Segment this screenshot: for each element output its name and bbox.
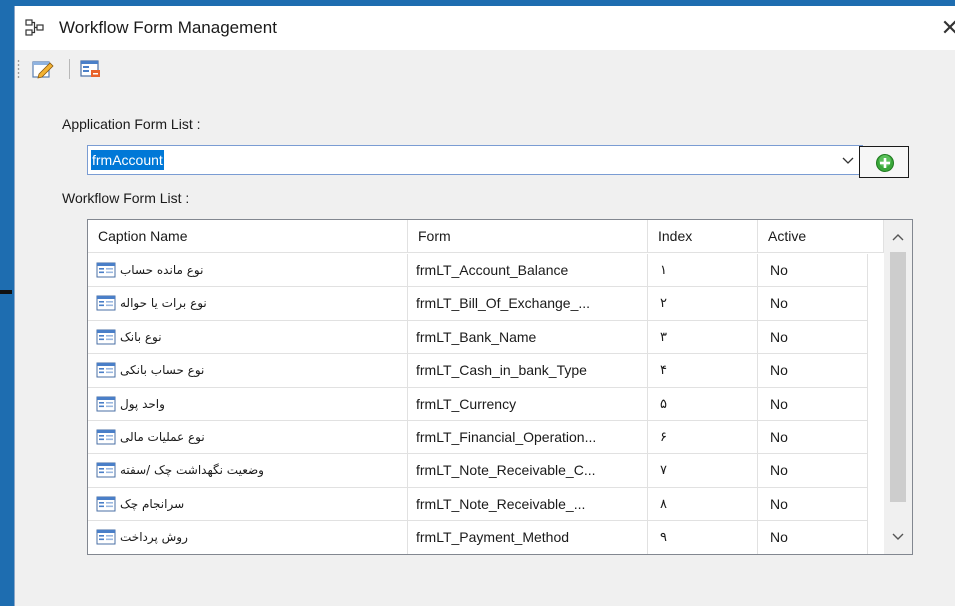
form-cell[interactable]: frmLT_Note_Receivable_... — [408, 487, 648, 522]
form-icon — [96, 329, 116, 345]
form-icon — [96, 262, 116, 278]
window-title: Workflow Form Management — [59, 18, 277, 37]
toolbar-separator — [69, 59, 70, 79]
caption-cell[interactable]: نوع حساب بانکی — [88, 354, 408, 388]
column-header-index[interactable]: Index — [648, 220, 758, 253]
active-cell[interactable]: No — [758, 420, 868, 455]
caption-cell[interactable]: نوع بانک — [88, 320, 408, 355]
caption-text: وضعیت نگهداشت چک /سفته — [120, 463, 264, 478]
close-icon: ✕ — [940, 15, 955, 40]
form-icon — [96, 429, 116, 445]
caption-text: نوع مانده حساب — [120, 263, 204, 277]
toolbar — [15, 54, 215, 84]
active-cell[interactable]: No — [758, 254, 868, 288]
application-form-select[interactable]: frmAccount — [87, 145, 863, 175]
index-cell[interactable]: ١ — [648, 254, 758, 288]
form-icon — [96, 496, 116, 512]
active-cell[interactable]: No — [758, 320, 868, 355]
caption-cell[interactable]: نوع برات یا حواله — [88, 287, 408, 321]
index-cell[interactable]: ٧ — [648, 454, 758, 488]
index-cell[interactable]: ۴ — [648, 354, 758, 388]
index-cell[interactable]: ٢ — [648, 287, 758, 321]
scroll-down-icon[interactable] — [884, 524, 912, 550]
form-icon — [96, 462, 116, 478]
chevron-down-icon[interactable] — [840, 151, 856, 169]
caption-cell[interactable]: واحد پول — [88, 387, 408, 421]
caption-text: نوع بانک — [120, 329, 162, 344]
form-icon — [96, 295, 116, 311]
form-icon — [96, 396, 116, 412]
caption-cell[interactable]: روش پرداخت — [88, 521, 408, 554]
table-row[interactable]: نوع برات یا حواله frmLT_Bill_Of_Exchange_… — [88, 287, 884, 321]
index-cell[interactable]: ٣ — [648, 320, 758, 355]
active-cell[interactable]: No — [758, 387, 868, 421]
scrollbar-thumb[interactable] — [890, 252, 906, 502]
caption-text: سرانجام چک — [120, 496, 185, 511]
grid-rows: نوع مانده حساب frmLT_Account_Balance ١ No نو… — [88, 254, 884, 554]
title-bar: Workflow Form Management ✕ — [15, 6, 955, 50]
edit-pencil-icon — [32, 61, 54, 79]
caption-cell[interactable]: سرانجام چک — [88, 487, 408, 522]
vertical-scrollbar[interactable] — [884, 220, 912, 554]
caption-cell[interactable]: نوع عملیات مالی — [88, 420, 408, 455]
index-cell[interactable]: ۵ — [648, 387, 758, 421]
application-form-value: frmAccount — [91, 150, 164, 170]
table-row[interactable]: نوع عملیات مالی frmLT_Financial_Operation… — [88, 420, 884, 455]
workflow-form-window: Workflow Form Management ✕ Application F… — [14, 6, 955, 606]
index-cell[interactable]: ٨ — [648, 487, 758, 522]
form-cell[interactable]: frmLT_Note_Receivable_C... — [408, 454, 648, 488]
caption-text: روش پرداخت — [120, 530, 188, 545]
active-cell[interactable]: No — [758, 521, 868, 554]
table-row[interactable]: نوع مانده حساب frmLT_Account_Balance ١ No — [88, 254, 884, 288]
table-row[interactable]: وضعیت نگهداشت چک /سفته frmLT_Note_Receiva… — [88, 454, 884, 488]
close-button[interactable]: ✕ — [935, 14, 955, 42]
table-row[interactable]: روش پرداخت frmLT_Payment_Method ٩ No — [88, 521, 884, 554]
workflow-icon — [25, 19, 44, 36]
active-cell[interactable]: No — [758, 487, 868, 522]
workflow-form-label: Workflow Form List : — [62, 190, 190, 206]
form-icon — [96, 362, 116, 378]
active-cell[interactable]: No — [758, 454, 868, 488]
toolbar-grip[interactable] — [17, 59, 20, 79]
caption-text: نوع برات یا حواله — [120, 296, 207, 311]
form-list-icon — [80, 60, 100, 77]
workflow-form-grid: Caption Name Form Index Active نوع مانده… — [87, 219, 913, 555]
form-cell[interactable]: frmLT_Currency — [408, 387, 648, 421]
active-cell[interactable]: No — [758, 354, 868, 388]
add-icon — [876, 154, 894, 172]
form-list-button[interactable] — [79, 58, 103, 80]
form-cell[interactable]: frmLT_Cash_in_bank_Type — [408, 354, 648, 388]
form-cell[interactable]: frmLT_Bank_Name — [408, 320, 648, 355]
caption-text: نوع حساب بانکی — [120, 363, 205, 378]
table-row[interactable]: واحد پول frmLT_Currency ۵ No — [88, 387, 884, 421]
table-row[interactable]: نوع حساب بانکی frmLT_Cash_in_bank_Type ۴ No — [88, 354, 884, 388]
table-row[interactable]: نوع بانک frmLT_Bank_Name ٣ No — [88, 320, 884, 355]
caption-cell[interactable]: نوع مانده حساب — [88, 254, 408, 288]
column-header-caption[interactable]: Caption Name — [88, 220, 408, 253]
caption-text: نوع عملیات مالی — [120, 429, 205, 444]
form-cell[interactable]: frmLT_Payment_Method — [408, 521, 648, 554]
table-row[interactable]: سرانجام چک frmLT_Note_Receivable_... ٨ No — [88, 487, 884, 522]
caption-cell[interactable]: وضعیت نگهداشت چک /سفته — [88, 454, 408, 488]
desktop-edge-mark — [0, 290, 12, 294]
index-cell[interactable]: ٩ — [648, 521, 758, 554]
active-cell[interactable]: No — [758, 287, 868, 321]
caption-text: واحد پول — [120, 396, 165, 411]
scroll-up-icon[interactable] — [884, 224, 912, 250]
application-form-label: Application Form List : — [62, 116, 201, 132]
form-cell[interactable]: frmLT_Bill_Of_Exchange_... — [408, 287, 648, 321]
add-form-button[interactable] — [859, 146, 909, 178]
column-header-active[interactable]: Active — [758, 220, 884, 253]
grid-header: Caption Name Form Index Active — [88, 220, 884, 254]
edit-button[interactable] — [31, 58, 55, 80]
column-header-form[interactable]: Form — [408, 220, 648, 253]
form-cell[interactable]: frmLT_Account_Balance — [408, 254, 648, 288]
form-cell[interactable]: frmLT_Financial_Operation... — [408, 420, 648, 455]
form-icon — [96, 529, 116, 545]
index-cell[interactable]: ۶ — [648, 420, 758, 455]
